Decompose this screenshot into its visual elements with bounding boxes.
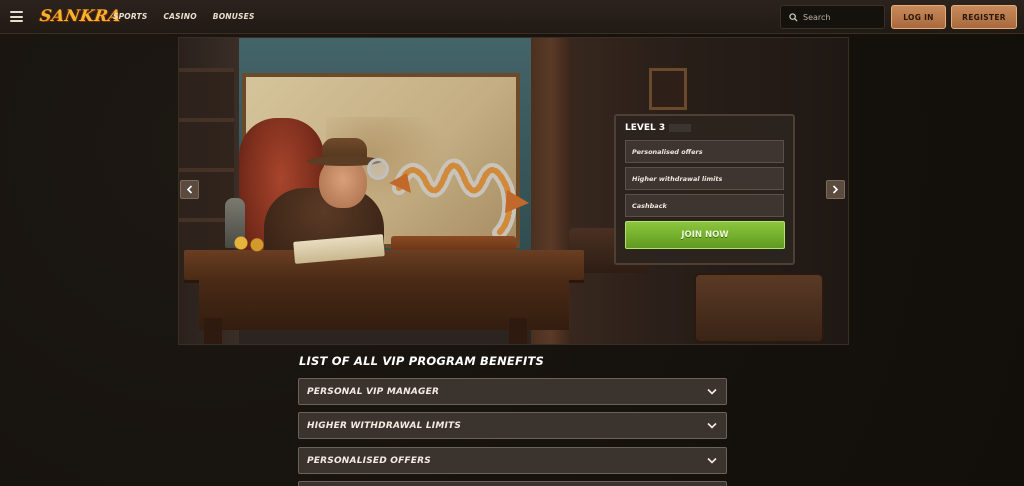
chevron-right-icon — [832, 185, 839, 194]
accordion-personal-vip-manager[interactable]: PERSONAL VIP MANAGER — [298, 378, 727, 405]
accordion-label: PERSONAL VIP MANAGER — [307, 386, 440, 397]
nav-casino[interactable]: CASINO — [163, 12, 196, 21]
magnifying-glass-icon — [367, 158, 389, 180]
accordion-personalised-offers[interactable]: PERSONALISED OFFERS — [298, 447, 727, 474]
vip-level-card: LEVEL 3 Personalised offers Higher withd… — [614, 114, 795, 265]
chevron-left-icon — [186, 185, 193, 194]
menu-icon[interactable] — [10, 11, 23, 22]
search-input[interactable] — [803, 12, 883, 22]
level-title: LEVEL 3 — [625, 123, 784, 133]
join-now-button[interactable]: JOIN NOW — [625, 221, 785, 249]
level-benefit-item: Cashback — [625, 194, 784, 217]
suitcase-illustration — [694, 273, 824, 343]
level-benefit-item: Higher withdrawal limits — [625, 167, 784, 190]
register-button[interactable]: REGISTER — [951, 5, 1017, 29]
main-nav: SPORTS CASINO BONUSES — [113, 12, 255, 21]
accordion-label: PERSONALISED OFFERS — [307, 455, 431, 466]
top-header: SANKRA SPORTS CASINO BONUSES LOG IN REGI… — [0, 0, 1024, 34]
level-benefit-item: Personalised offers — [625, 140, 784, 163]
benefits-heading: LIST OF ALL VIP PROGRAM BENEFITS — [299, 354, 545, 368]
chevron-down-icon — [707, 457, 717, 464]
accordion-label: HIGHER WITHDRAWAL LIMITS — [307, 420, 462, 431]
serpent-statue-illustration — [389, 158, 529, 240]
search-icon — [789, 12, 798, 22]
nav-sports[interactable]: SPORTS — [113, 12, 147, 21]
carousel-prev-button[interactable] — [180, 180, 199, 199]
accordion-next-item[interactable] — [298, 481, 727, 486]
logo[interactable]: SANKRA — [39, 6, 123, 25]
carousel-next-button[interactable] — [826, 180, 845, 199]
chevron-down-icon — [707, 388, 717, 395]
chevron-down-icon — [707, 422, 717, 429]
login-button[interactable]: LOG IN — [891, 5, 946, 29]
search-box[interactable] — [780, 5, 885, 29]
nav-bonuses[interactable]: BONUSES — [213, 12, 255, 21]
accordion-higher-withdrawal-limits[interactable]: HIGHER WITHDRAWAL LIMITS — [298, 412, 727, 439]
